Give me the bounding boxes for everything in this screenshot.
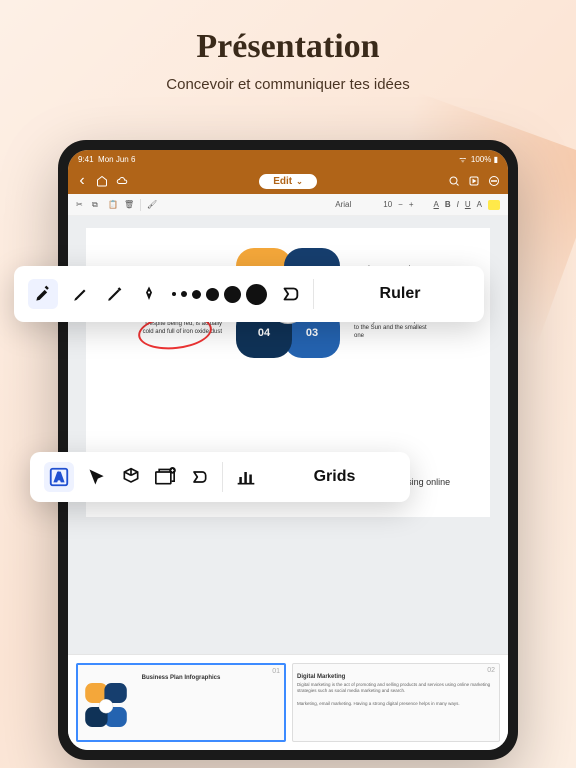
highlighter-tool-icon[interactable] [28,279,58,309]
stroke-size-picker[interactable] [172,284,267,305]
underline-button[interactable]: U [465,200,471,209]
cloud-icon[interactable] [116,175,128,187]
insert-toolbar: A Grids [30,452,410,502]
battery-label: 100% [471,155,491,164]
status-date: Mon Jun 6 [98,155,135,164]
text-style-button[interactable]: A [477,200,482,209]
app-top-bar: ‹ Edit ⌄ [68,168,508,194]
tablet-frame: 9:41 Mon Jun 6 ᯤ 100% ▮ ‹ Edit ⌄ [58,140,518,760]
shape-play-icon[interactable] [188,466,210,488]
italic-button[interactable]: I [457,200,459,209]
ruler-label[interactable]: Ruler [330,285,470,303]
size-minus-icon[interactable]: − [398,200,403,209]
wifi-icon: ᯤ [459,155,466,164]
cube-icon[interactable] [120,466,142,488]
thumbnail-1[interactable]: 01 Business Plan Infographics [76,663,286,742]
copy-icon[interactable]: ⧉ [92,200,102,210]
promo-title: Présentation [0,28,576,66]
add-slide-icon[interactable] [154,466,176,488]
bold-button[interactable]: B [445,200,451,209]
shape-tool-icon[interactable] [279,283,301,305]
drawing-toolbar: Ruler [14,266,484,322]
text-box-icon[interactable]: A [44,462,74,492]
thumbnail-2[interactable]: 02 Digital Marketing Digital marketing i… [292,663,500,742]
status-bar: 9:41 Mon Jun 6 ᯤ 100% ▮ [68,150,508,168]
sales-body: Despite being red, is actually cold and … [142,321,222,337]
cursor-icon[interactable] [86,466,108,488]
font-color-icon[interactable]: A [434,200,439,209]
thumb-number: 01 [272,668,280,675]
pen-tool-icon[interactable] [70,283,92,305]
font-size[interactable]: 10 [383,200,392,209]
chart-icon[interactable] [235,466,257,488]
mode-selector[interactable]: Edit ⌄ [259,174,317,189]
battery-icon: ▮ [494,155,498,164]
font-name[interactable]: Arial [335,200,351,209]
back-icon[interactable]: ‹ [76,175,88,187]
thumb-title: Digital Marketing [297,674,495,680]
home-icon[interactable] [96,175,108,187]
status-time: 9:41 [78,155,94,164]
brush-icon[interactable]: 🖌 [147,200,157,210]
fountain-pen-icon[interactable] [138,283,160,305]
play-icon[interactable] [468,175,480,187]
thumb-number: 02 [487,667,495,674]
thumb-title: Business Plan Infographics [82,675,280,681]
size-plus-icon[interactable]: + [409,200,414,209]
pencil-tool-icon[interactable] [104,283,126,305]
svg-text:A: A [54,470,63,485]
search-icon[interactable] [448,175,460,187]
highlight-button[interactable] [488,200,500,210]
grids-label[interactable]: Grids [273,468,396,486]
format-bar: ✂ ⧉ 📋 🗑 🖌 Arial 10 − + A B I U A [68,194,508,216]
chevron-down-icon: ⌄ [296,177,303,186]
thumb-body: Digital marketing is the act of promotin… [297,682,495,707]
promo-subtitle: Concevoir et communiquer tes idées [0,76,576,93]
cut-icon[interactable]: ✂ [76,200,86,210]
mode-label: Edit [273,176,292,187]
slide-thumbnails: 01 Business Plan Infographics 02 Digital… [68,654,508,750]
paste-icon[interactable]: 📋 [108,200,118,210]
delete-icon[interactable]: 🗑 [124,200,134,210]
more-icon[interactable] [488,175,500,187]
